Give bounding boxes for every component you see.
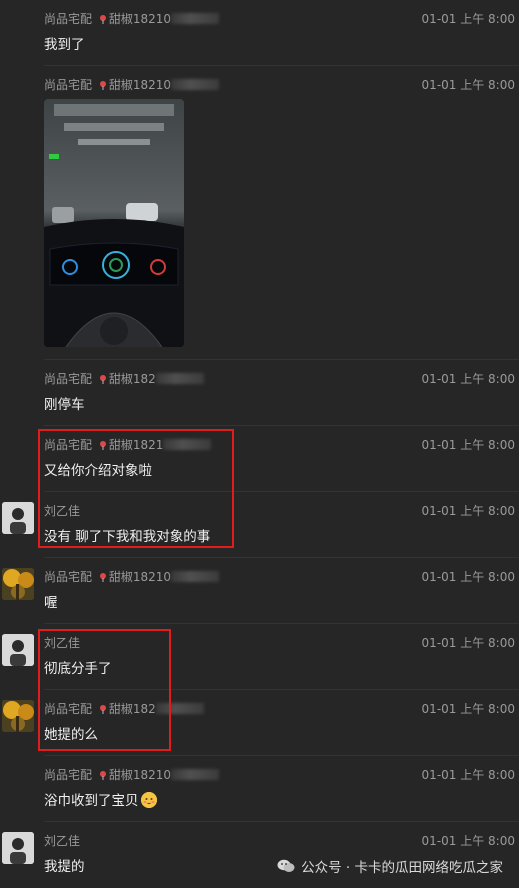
avatar[interactable] — [2, 700, 34, 732]
message-time: 01-01 上午 8:00 — [421, 12, 515, 26]
person-avatar-icon — [2, 634, 34, 666]
sender-name: 刘乙佳 — [44, 834, 81, 848]
message-text[interactable]: 刚停车 — [44, 393, 85, 413]
avatar[interactable] — [2, 502, 34, 534]
highlight-box — [38, 429, 234, 548]
wechat-icon — [277, 859, 295, 872]
sender-nick: 甜椒18210 — [108, 78, 172, 92]
pushpin-icon — [99, 573, 106, 582]
pushpin-icon — [99, 375, 106, 384]
avatar[interactable] — [2, 832, 34, 864]
chat-message[interactable]: 尚品宅配 甜椒182 01-01 上午 8:00 刚停车 — [0, 360, 519, 426]
sender-name: 尚品宅配 — [44, 12, 93, 26]
autumn-tree-avatar-icon — [2, 700, 34, 732]
message-text: 浴巾收到了宝贝 — [44, 793, 139, 809]
redaction-blur — [171, 79, 220, 90]
sender-nick: 甜椒182 — [108, 372, 156, 386]
car-dashboard-photo[interactable] — [44, 99, 184, 347]
sender-nick: 甜椒18210 — [108, 768, 172, 782]
chat-message[interactable]: 尚品宅配 甜椒18210 01-01 上午 8:00 喔 — [0, 558, 519, 624]
message-body[interactable]: 浴巾收到了宝贝 — [44, 789, 157, 809]
redaction-blur — [171, 13, 220, 24]
message-time: 01-01 上午 8:00 — [421, 78, 515, 92]
sender-name: 尚品宅配 — [44, 78, 93, 92]
sender-name: 尚品宅配 — [44, 570, 93, 584]
message-text[interactable]: 我到了 — [44, 33, 85, 53]
message-time: 01-01 上午 8:00 — [421, 636, 515, 650]
avatar[interactable] — [2, 634, 34, 666]
sender-line: 尚品宅配 甜椒182 — [44, 370, 204, 387]
pushpin-icon — [99, 81, 106, 90]
highlight-box — [38, 629, 171, 751]
autumn-tree-avatar-icon — [2, 568, 34, 600]
message-time: 01-01 上午 8:00 — [421, 834, 515, 848]
redaction-blur — [155, 373, 204, 384]
car-dashboard-image — [44, 99, 184, 347]
chat-message[interactable]: 尚品宅配 甜椒18210 01-01 上午 8:00 浴巾收到了宝贝 — [0, 756, 519, 822]
redaction-blur — [171, 769, 220, 780]
chat-message[interactable]: 刘乙佳 01-01 上午 8:00 我提的 — [0, 822, 519, 888]
sender-nick: 甜椒18210 — [108, 12, 172, 26]
message-time: 01-01 上午 8:00 — [421, 768, 515, 782]
pushpin-icon — [99, 15, 106, 24]
sender-name: 尚品宅配 — [44, 372, 93, 386]
message-time: 01-01 上午 8:00 — [421, 702, 515, 716]
person-avatar-icon — [2, 832, 34, 864]
pushpin-icon — [99, 771, 106, 780]
avatar[interactable] — [2, 568, 34, 600]
message-time: 01-01 上午 8:00 — [421, 372, 515, 386]
message-time: 01-01 上午 8:00 — [421, 438, 515, 452]
sender-nick: 甜椒18210 — [108, 570, 172, 584]
person-avatar-icon — [2, 502, 34, 534]
message-time: 01-01 上午 8:00 — [421, 504, 515, 518]
message-text[interactable]: 我提的 — [44, 855, 85, 875]
watermark: 公众号 · 卡卡的瓜田网络吃瓜之家 — [277, 856, 503, 876]
sender-line: 尚品宅配 甜椒18210 — [44, 10, 220, 27]
chat-message[interactable]: 尚品宅配 甜椒18210 01-01 上午 8:00 — [0, 66, 519, 360]
watermark-text: 公众号 · 卡卡的瓜田网络吃瓜之家 — [301, 860, 503, 876]
sender-name: 尚品宅配 — [44, 768, 93, 782]
chat-message[interactable]: 尚品宅配 甜椒18210 01-01 上午 8:00 我到了 — [0, 0, 519, 66]
message-text[interactable]: 喔 — [44, 591, 58, 611]
sender-line: 尚品宅配 甜椒18210 — [44, 568, 220, 585]
sender-line: 尚品宅配 甜椒18210 — [44, 766, 220, 783]
sender-line: 尚品宅配 甜椒18210 — [44, 76, 220, 93]
redaction-blur — [171, 571, 220, 582]
sender-line: 刘乙佳 — [44, 832, 80, 849]
shy-face-emoji-icon — [140, 792, 157, 808]
chat-history: 尚品宅配 甜椒18210 01-01 上午 8:00 我到了 尚品宅配 甜椒18… — [0, 0, 519, 888]
message-time: 01-01 上午 8:00 — [421, 570, 515, 584]
